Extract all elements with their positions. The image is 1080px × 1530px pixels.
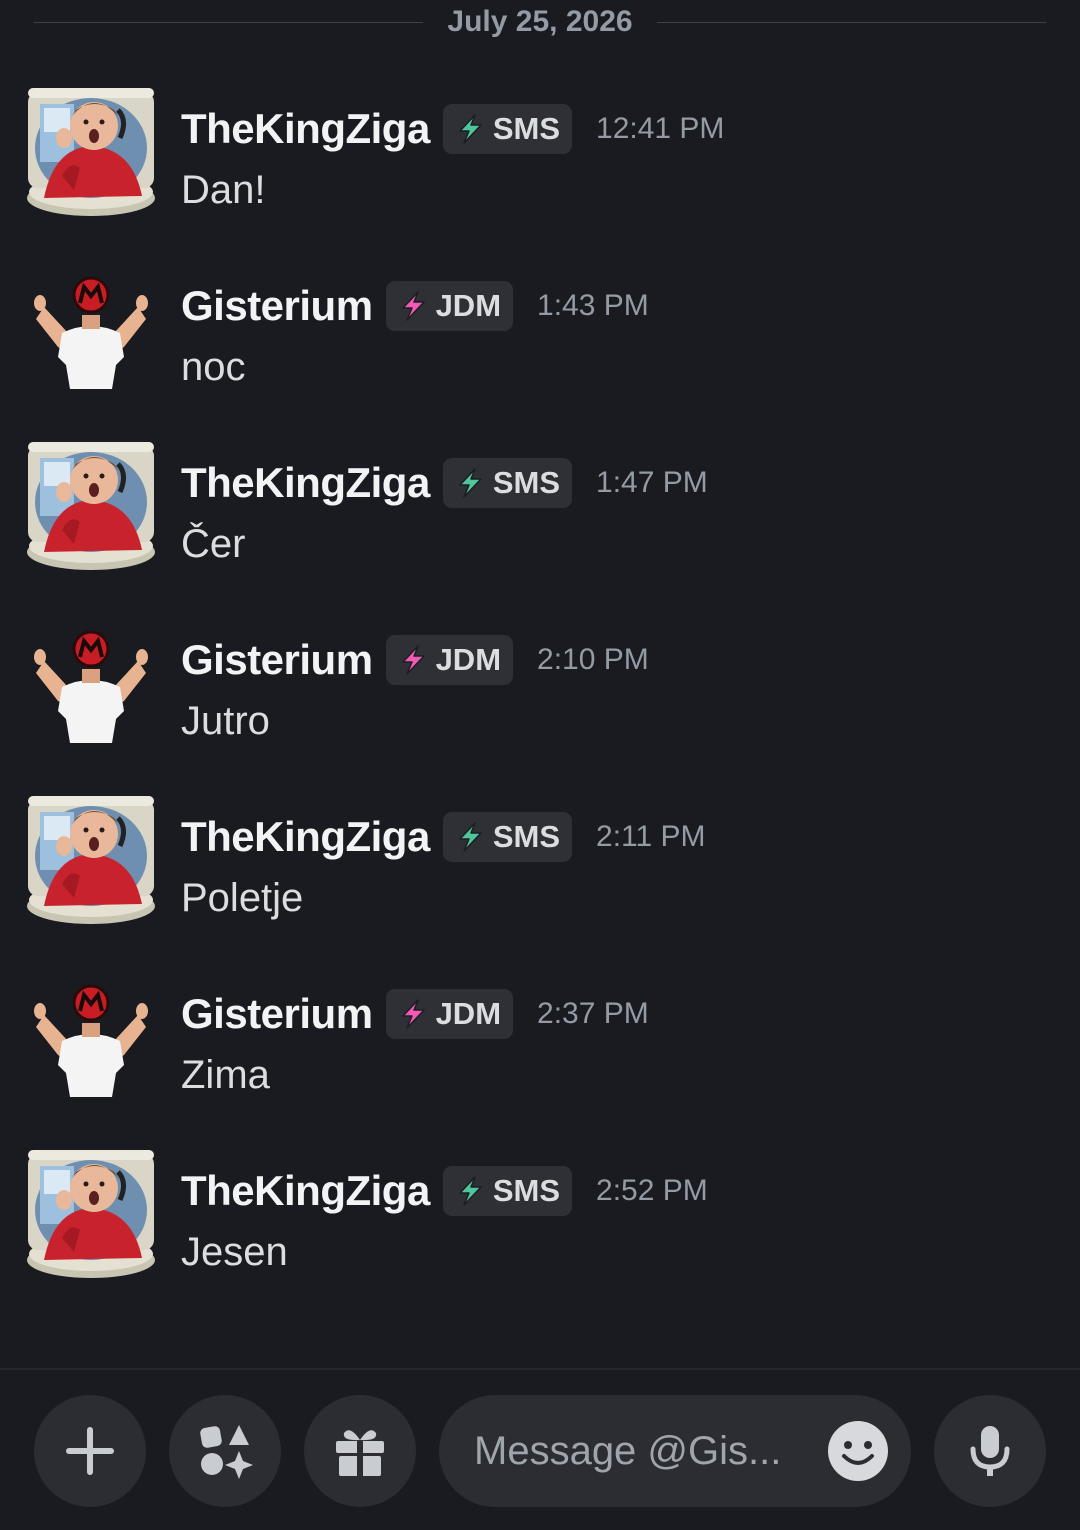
date-divider: July 25, 2026 (34, 0, 1046, 44)
lightning-bolt-icon (453, 1174, 487, 1208)
message-item[interactable]: TheKingZiga SMS 2:11 PM Poletje (0, 786, 1080, 963)
message-text: Dan! (181, 168, 266, 212)
server-tag-badge[interactable]: JDM (385, 281, 514, 331)
message-header: Gisterium JDM 2:37 PM (181, 983, 649, 1045)
add-attachment-button[interactable] (34, 1395, 146, 1507)
server-tag-badge[interactable]: SMS (442, 1166, 573, 1216)
avatar[interactable] (24, 263, 158, 397)
message-item[interactable]: TheKingZiga SMS 12:41 PM Dan! (0, 78, 1080, 255)
message-body: TheKingZiga SMS 2:52 PM Jesen (181, 1160, 708, 1278)
server-tag-badge[interactable]: JDM (385, 635, 514, 685)
avatar[interactable] (24, 617, 158, 751)
voice-message-button[interactable] (934, 1395, 1046, 1507)
message-header: Gisterium JDM 1:43 PM (181, 275, 649, 337)
server-tag-badge[interactable]: JDM (385, 989, 514, 1039)
message-input-placeholder: Message @Gis... (474, 1428, 782, 1473)
message-header: TheKingZiga SMS 1:47 PM (181, 452, 708, 514)
message-item[interactable]: Gisterium JDM 2:10 PM Jutro (0, 609, 1080, 786)
message-item[interactable]: TheKingZiga SMS 2:52 PM Jesen (0, 1140, 1080, 1317)
divider-line-right (656, 21, 1046, 23)
lightning-bolt-icon (453, 820, 487, 854)
gift-button[interactable] (304, 1395, 416, 1507)
message-body: TheKingZiga SMS 12:41 PM Dan! (181, 98, 724, 216)
server-tag-label: SMS (492, 1173, 561, 1208)
username[interactable]: Gisterium (181, 990, 373, 1038)
username[interactable]: Gisterium (181, 282, 373, 330)
lightning-bolt-icon (453, 466, 487, 500)
timestamp: 2:52 PM (596, 1174, 708, 1207)
date-label: July 25, 2026 (447, 5, 633, 38)
lightning-bolt-icon (396, 997, 430, 1031)
message-header: TheKingZiga SMS 2:11 PM (181, 806, 706, 868)
mic-icon (970, 1426, 1010, 1476)
emoji-icon (828, 1421, 888, 1481)
username[interactable]: TheKingZiga (181, 1167, 430, 1215)
plus-icon (66, 1427, 114, 1475)
message-item[interactable]: Gisterium JDM 1:43 PM noc (0, 255, 1080, 432)
username[interactable]: TheKingZiga (181, 105, 430, 153)
message-input[interactable]: Message @Gis... (439, 1395, 911, 1507)
message-body: TheKingZiga SMS 2:11 PM Poletje (181, 806, 706, 924)
message-text: noc (181, 345, 246, 389)
timestamp: 2:37 PM (537, 997, 649, 1030)
apps-icon (200, 1425, 253, 1479)
timestamp: 1:47 PM (596, 466, 708, 499)
message-header: Gisterium JDM 2:10 PM (181, 629, 649, 691)
message-body: Gisterium JDM 2:10 PM Jutro (181, 629, 649, 747)
divider-line-left (34, 21, 424, 23)
message-composer: Message @Gis... (0, 1368, 1080, 1530)
server-tag-label: SMS (492, 465, 561, 500)
message-text: Zima (181, 1053, 270, 1097)
lightning-bolt-icon (453, 112, 487, 146)
message-body: Gisterium JDM 1:43 PM noc (181, 275, 649, 393)
lightning-bolt-icon (396, 643, 430, 677)
avatar[interactable] (24, 794, 158, 928)
message-header: TheKingZiga SMS 12:41 PM (181, 98, 724, 160)
avatar[interactable] (24, 440, 158, 574)
timestamp: 2:11 PM (596, 820, 706, 853)
avatar[interactable] (24, 86, 158, 220)
lightning-bolt-icon (396, 289, 430, 323)
timestamp: 2:10 PM (537, 643, 649, 676)
server-tag-label: JDM (435, 996, 502, 1031)
timestamp: 1:43 PM (537, 289, 649, 322)
server-tag-label: JDM (435, 642, 502, 677)
message-text: Poletje (181, 876, 304, 920)
timestamp: 12:41 PM (596, 112, 725, 145)
username[interactable]: TheKingZiga (181, 813, 430, 861)
message-text: Jesen (181, 1230, 288, 1274)
server-tag-label: JDM (435, 288, 502, 323)
message-text: Čer (181, 522, 246, 566)
server-tag-badge[interactable]: SMS (442, 458, 573, 508)
server-tag-badge[interactable]: SMS (442, 104, 573, 154)
apps-button[interactable] (169, 1395, 281, 1507)
message-list: TheKingZiga SMS 12:41 PM Dan! Gisterium JD… (0, 78, 1080, 1317)
username[interactable]: Gisterium (181, 636, 373, 684)
message-body: Gisterium JDM 2:37 PM Zima (181, 983, 649, 1101)
username[interactable]: TheKingZiga (181, 459, 430, 507)
avatar[interactable] (24, 1148, 158, 1282)
server-tag-label: SMS (492, 819, 561, 854)
message-body: TheKingZiga SMS 1:47 PM Čer (181, 452, 708, 570)
gift-icon (336, 1430, 384, 1476)
avatar[interactable] (24, 971, 158, 1105)
emoji-button[interactable] (827, 1420, 889, 1482)
message-text: Jutro (181, 699, 270, 743)
message-item[interactable]: TheKingZiga SMS 1:47 PM Čer (0, 432, 1080, 609)
message-header: TheKingZiga SMS 2:52 PM (181, 1160, 708, 1222)
server-tag-label: SMS (492, 111, 561, 146)
server-tag-badge[interactable]: SMS (442, 812, 573, 862)
message-item[interactable]: Gisterium JDM 2:37 PM Zima (0, 963, 1080, 1140)
